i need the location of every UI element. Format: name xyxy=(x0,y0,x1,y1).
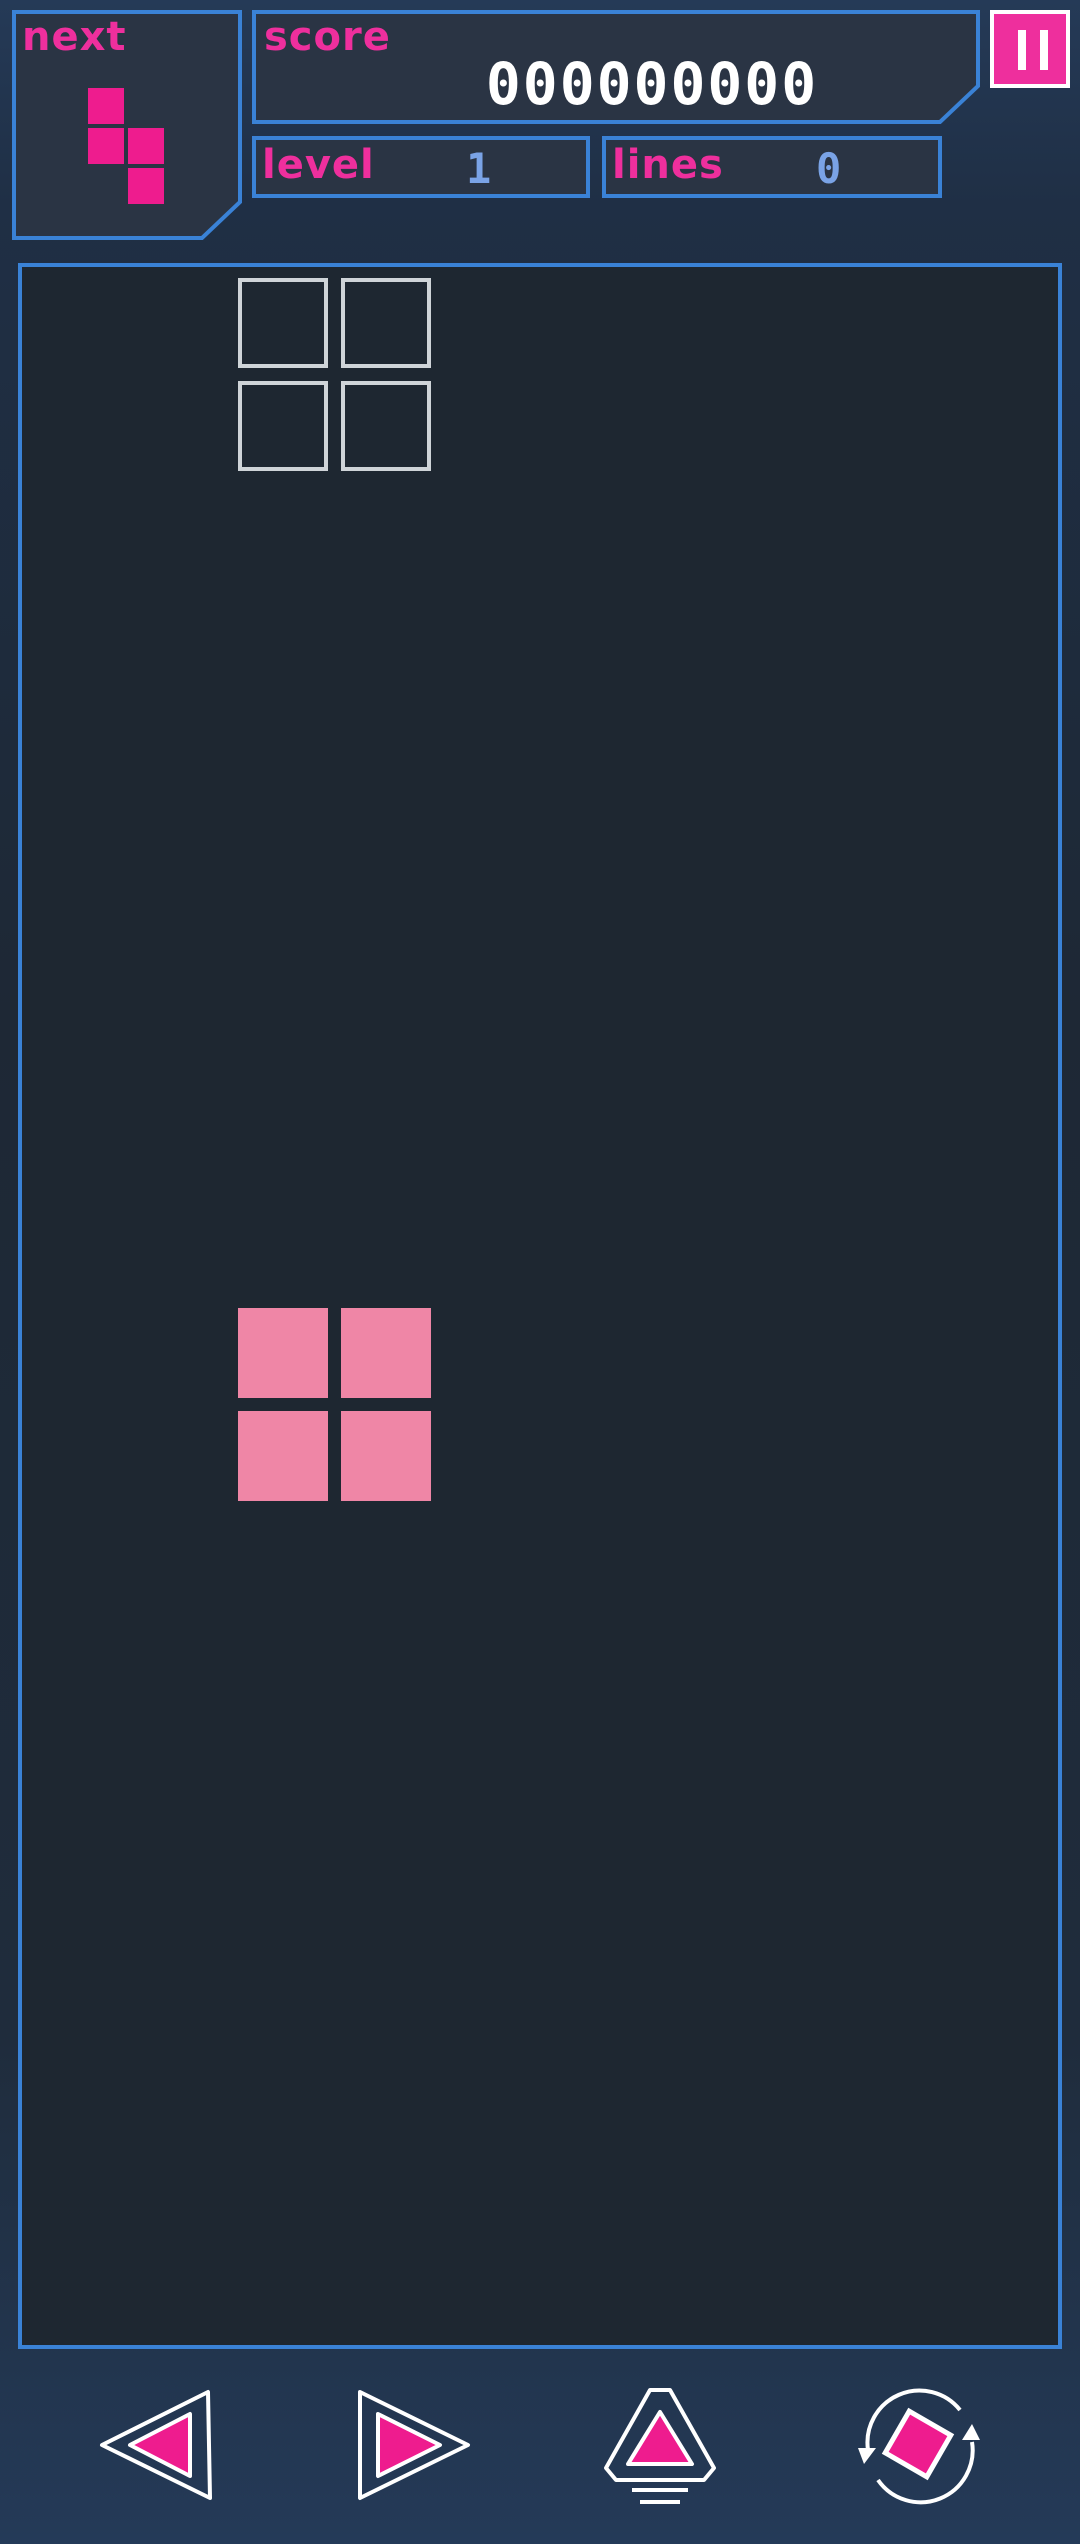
left-triangle-icon xyxy=(100,2390,212,2500)
level-value: 1 xyxy=(466,144,492,193)
pause-icon xyxy=(1016,30,1052,70)
lines-panel: lines 0 xyxy=(602,136,942,198)
ghost-block xyxy=(341,278,431,368)
next-piece-block xyxy=(128,128,164,164)
next-piece-block xyxy=(88,128,124,164)
score-panel: score 000000000 xyxy=(252,10,980,124)
rotate-button[interactable] xyxy=(848,2380,988,2510)
active-piece-block xyxy=(238,1411,328,1501)
ghost-block xyxy=(238,278,328,368)
next-piece-preview xyxy=(88,88,164,204)
level-label: level xyxy=(262,142,375,188)
ghost-block xyxy=(238,381,328,471)
move-left-button[interactable] xyxy=(90,2380,230,2510)
ghost-block xyxy=(341,381,431,471)
active-piece-block xyxy=(238,1308,328,1398)
lines-label: lines xyxy=(612,142,724,188)
drop-triangle-icon xyxy=(604,2388,716,2504)
lines-value: 0 xyxy=(816,144,842,193)
next-piece-block xyxy=(88,88,124,124)
rotate-icon xyxy=(858,2388,980,2505)
game-board[interactable] xyxy=(18,263,1062,2349)
score-label: score xyxy=(264,14,391,60)
score-value: 000000000 xyxy=(485,50,819,118)
move-right-button[interactable] xyxy=(340,2380,480,2510)
active-piece-block xyxy=(341,1411,431,1501)
active-piece-block xyxy=(341,1308,431,1398)
next-panel: next xyxy=(12,10,242,240)
hard-drop-button[interactable] xyxy=(590,2380,730,2510)
right-triangle-icon xyxy=(358,2390,470,2500)
next-piece-block xyxy=(128,168,164,204)
level-panel: level 1 xyxy=(252,136,590,198)
pause-button[interactable] xyxy=(990,10,1070,88)
